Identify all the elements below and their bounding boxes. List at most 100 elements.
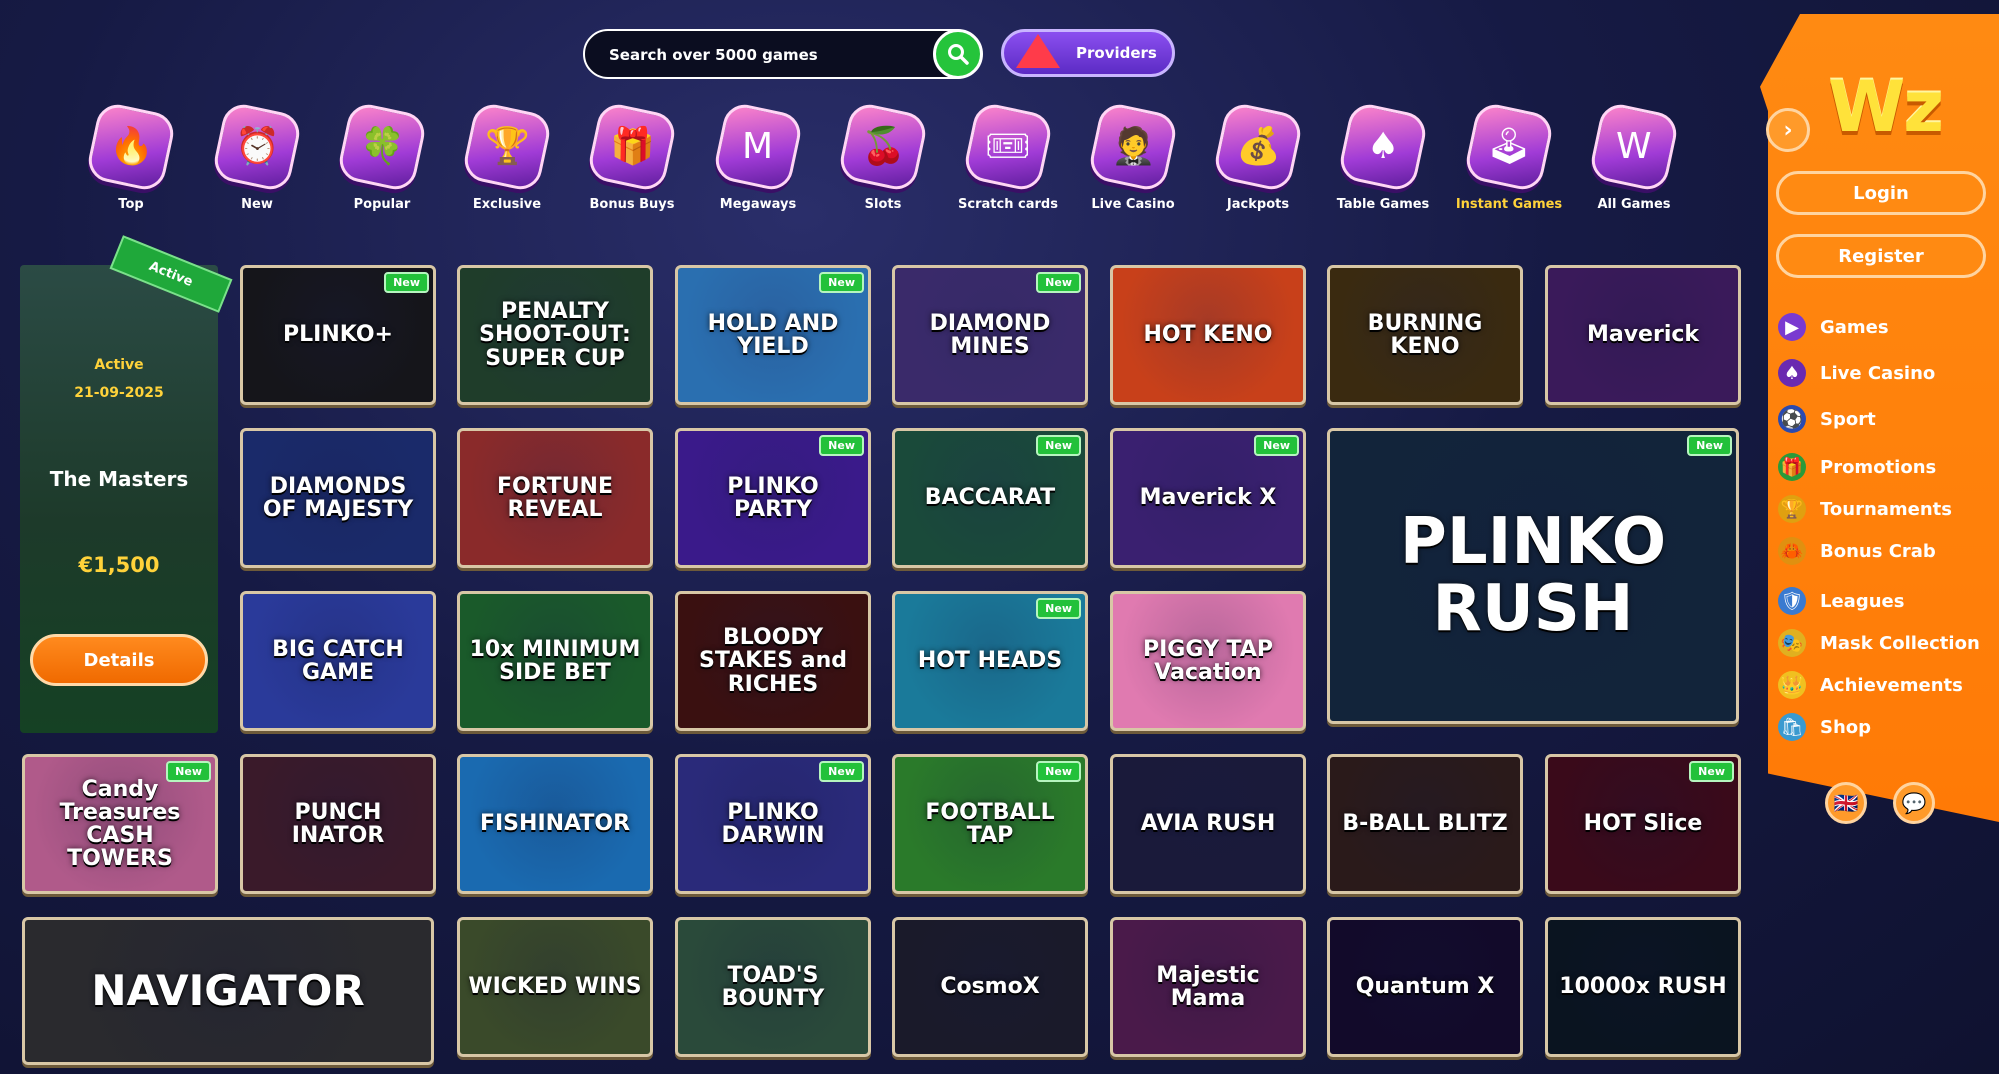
category-jackpots[interactable]: 💰 Jackpots: [1195, 100, 1321, 212]
game-tile[interactable]: HOT Slice New: [1545, 754, 1741, 894]
category-label: Megaways: [719, 197, 797, 212]
category-live-casino[interactable]: 🤵 Live Casino: [1070, 100, 1196, 212]
new-badge: New: [384, 272, 429, 293]
providers-icon: [1016, 34, 1060, 68]
game-title: BIG CATCH GAME: [272, 636, 404, 685]
category-label: Slots: [864, 197, 902, 212]
game-tile[interactable]: HOLD AND YIELD New: [675, 265, 871, 405]
search-button[interactable]: [933, 29, 983, 79]
games-icon: ▶: [1778, 313, 1806, 341]
game-tile[interactable]: Majestic Mama: [1110, 917, 1306, 1057]
category-top[interactable]: 🔥 Top: [68, 100, 194, 212]
game-tile[interactable]: Candy Treasures CASH TOWERS New: [22, 754, 218, 894]
game-tile[interactable]: TOAD'S BOUNTY: [675, 917, 871, 1057]
game-title: B-BALL BLITZ: [1342, 811, 1508, 837]
new-badge: New: [1036, 598, 1081, 619]
sidebar-item-leagues[interactable]: 🛡 Leagues: [1778, 586, 1904, 616]
new-badge: New: [1687, 435, 1732, 456]
chat-button[interactable]: 💬: [1893, 782, 1935, 824]
new-badge: New: [1036, 272, 1081, 293]
game-tile[interactable]: NAVIGATOR: [22, 917, 434, 1065]
game-title: BURNING KENO: [1367, 310, 1483, 359]
category-scratch-cards[interactable]: 🎟 Scratch cards: [945, 100, 1071, 212]
game-tile[interactable]: B-BALL BLITZ: [1327, 754, 1523, 894]
category-label: Table Games: [1336, 197, 1430, 212]
game-tile[interactable]: FISHINATOR: [457, 754, 653, 894]
sidebar-item-games[interactable]: ▶ Games: [1778, 312, 1889, 342]
sidebar-item-promotions[interactable]: 🎁 Promotions: [1778, 452, 1936, 482]
game-title: WICKED WINS: [468, 974, 642, 1000]
category-icon: 🔥: [84, 100, 178, 194]
game-tile[interactable]: Quantum X: [1327, 917, 1523, 1057]
sidebar-item-mask-collection[interactable]: 🎭 Mask Collection: [1778, 628, 1980, 658]
game-tile[interactable]: BLOODY STAKES and RICHES: [675, 591, 871, 731]
category-label: Jackpots: [1226, 197, 1290, 212]
game-tile[interactable]: 10x MINIMUM SIDE BET: [457, 591, 653, 731]
category-popular[interactable]: 🍀 Popular: [319, 100, 445, 212]
category-bonus-buys[interactable]: 🎁 Bonus Buys: [569, 100, 695, 212]
game-tile[interactable]: FOOTBALL TAP New: [892, 754, 1088, 894]
game-title: PLINKO+: [283, 322, 393, 348]
tournament-date: 21-09-2025: [74, 385, 164, 401]
sidebar-item-live-casino[interactable]: ♠ Live Casino: [1778, 358, 1935, 388]
providers-button[interactable]: Providers: [1001, 29, 1175, 77]
new-badge: New: [819, 272, 864, 293]
search-input[interactable]: [609, 44, 909, 66]
tournaments-icon: 🏆: [1778, 495, 1806, 523]
game-tile[interactable]: FORTUNE REVEAL: [457, 428, 653, 568]
category-new[interactable]: ⏰ New: [194, 100, 320, 212]
sidebar-item-shop[interactable]: 🛍 Shop: [1778, 712, 1871, 742]
game-tile[interactable]: Maverick X New: [1110, 428, 1306, 568]
category-exclusive[interactable]: 🏆 Exclusive: [444, 100, 570, 212]
sidebar-item-sport[interactable]: ⚽ Sport: [1778, 404, 1876, 434]
search-bar[interactable]: [583, 29, 983, 79]
sidebar-item-tournaments[interactable]: 🏆 Tournaments: [1778, 494, 1952, 524]
category-label: Scratch cards: [958, 197, 1058, 212]
category-icon: 🍒: [836, 100, 930, 194]
sidebar-toggle-button[interactable]: ›: [1766, 108, 1810, 152]
category-label: New: [241, 197, 273, 212]
achievements-icon: 👑: [1778, 671, 1806, 699]
game-tile[interactable]: PLINKO RUSH New: [1327, 428, 1739, 724]
login-button[interactable]: Login: [1776, 171, 1986, 215]
site-logo[interactable]: Wz: [1828, 66, 1944, 148]
game-title: BLOODY STAKES and RICHES: [698, 625, 847, 697]
mask-collection-icon: 🎭: [1778, 629, 1806, 657]
language-button[interactable]: 🇬🇧: [1825, 782, 1867, 824]
game-tile[interactable]: DIAMOND MINES New: [892, 265, 1088, 405]
category-megaways[interactable]: M Megaways: [695, 100, 821, 212]
new-badge: New: [819, 435, 864, 456]
sidebar-item-achievements[interactable]: 👑 Achievements: [1778, 670, 1963, 700]
game-title: CosmoX: [940, 974, 1040, 1000]
game-title: PENALTY SHOOT-OUT: SUPER CUP: [479, 299, 631, 371]
game-tile[interactable]: HOT HEADS New: [892, 591, 1088, 731]
game-tile[interactable]: PIGGY TAP Vacation: [1110, 591, 1306, 731]
game-tile[interactable]: HOT KENO: [1110, 265, 1306, 405]
game-tile[interactable]: PUNCH INATOR: [240, 754, 436, 894]
game-tile[interactable]: BACCARAT New: [892, 428, 1088, 568]
category-table-games[interactable]: ♠ Table Games: [1320, 100, 1446, 212]
game-tile[interactable]: 10000x RUSH: [1545, 917, 1741, 1057]
category-slots[interactable]: 🍒 Slots: [820, 100, 946, 212]
category-instant-games[interactable]: 🕹 Instant Games: [1446, 100, 1572, 212]
game-tile[interactable]: CosmoX: [892, 917, 1088, 1057]
game-title: Majestic Mama: [1156, 962, 1260, 1011]
tournament-details-button[interactable]: Details: [30, 634, 208, 686]
game-tile[interactable]: DIAMONDS OF MAJESTY: [240, 428, 436, 568]
game-tile[interactable]: WICKED WINS: [457, 917, 653, 1057]
game-tile[interactable]: Maverick: [1545, 265, 1741, 405]
game-title: HOT Slice: [1583, 811, 1703, 837]
sidebar-item-bonus-crab[interactable]: 🦀 Bonus Crab: [1778, 536, 1936, 566]
game-tile[interactable]: PENALTY SHOOT-OUT: SUPER CUP: [457, 265, 653, 405]
category-all-games[interactable]: W All Games: [1571, 100, 1697, 212]
game-tile[interactable]: BURNING KENO: [1327, 265, 1523, 405]
game-tile[interactable]: AVIA RUSH: [1110, 754, 1306, 894]
game-title: PLINKO PARTY: [727, 473, 819, 522]
game-tile[interactable]: BIG CATCH GAME: [240, 591, 436, 731]
game-tile[interactable]: PLINKO DARWIN New: [675, 754, 871, 894]
game-title: Candy Treasures CASH TOWERS: [59, 776, 181, 872]
game-tile[interactable]: PLINKO PARTY New: [675, 428, 871, 568]
category-label: Popular: [353, 197, 411, 212]
register-button[interactable]: Register: [1776, 234, 1986, 278]
game-tile[interactable]: PLINKO+ New: [240, 265, 436, 405]
